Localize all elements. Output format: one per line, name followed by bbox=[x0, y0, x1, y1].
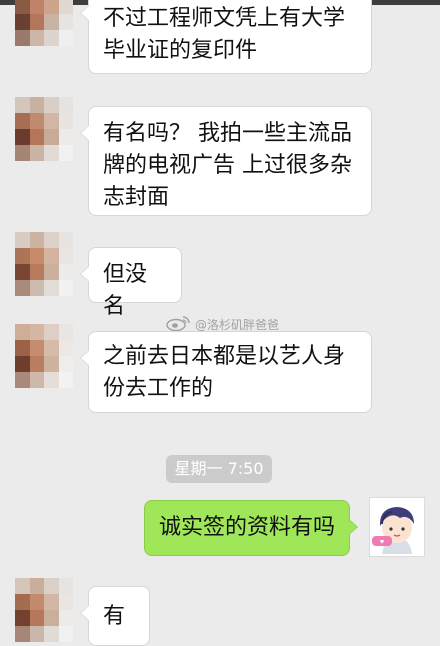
timestamp-divider: 星期一 7:50 bbox=[166, 455, 272, 483]
message-text: 不过工程师文凭上有大学毕业证的复印件 bbox=[103, 6, 346, 63]
self-avatar[interactable]: ♥ bbox=[369, 497, 425, 557]
contact-avatar[interactable] bbox=[15, 0, 73, 46]
message-bubble[interactable]: 有名吗？ 我拍一些主流品牌的电视广告 上过很多杂志封面 bbox=[80, 106, 372, 216]
svg-text:♥: ♥ bbox=[380, 540, 385, 546]
contact-avatar[interactable] bbox=[15, 232, 73, 296]
message-bubble[interactable]: 不过工程师文凭上有大学毕业证的复印件 bbox=[80, 0, 372, 74]
message-bubble[interactable]: 但没名 bbox=[80, 247, 182, 319]
contact-avatar[interactable] bbox=[15, 324, 73, 388]
contact-avatar[interactable] bbox=[15, 97, 73, 161]
message-text: 有名吗？ 我拍一些主流品牌的电视广告 上过很多杂志封面 bbox=[103, 121, 352, 210]
message-bubble[interactable]: 之前去日本都是以艺人身份去工作的 bbox=[80, 331, 372, 413]
message-bubble[interactable]: 有 bbox=[80, 586, 150, 646]
message-text: 但没名 bbox=[103, 262, 148, 319]
message-bubble-self[interactable]: 诚实签的资料有吗 bbox=[144, 500, 358, 556]
message-text: 有 bbox=[103, 604, 126, 629]
message-text: 诚实签的资料有吗 bbox=[159, 515, 336, 540]
cartoon-user-avatar: ♥ bbox=[372, 507, 414, 554]
contact-avatar[interactable] bbox=[15, 578, 73, 642]
message-text: 之前去日本都是以艺人身份去工作的 bbox=[103, 344, 346, 401]
